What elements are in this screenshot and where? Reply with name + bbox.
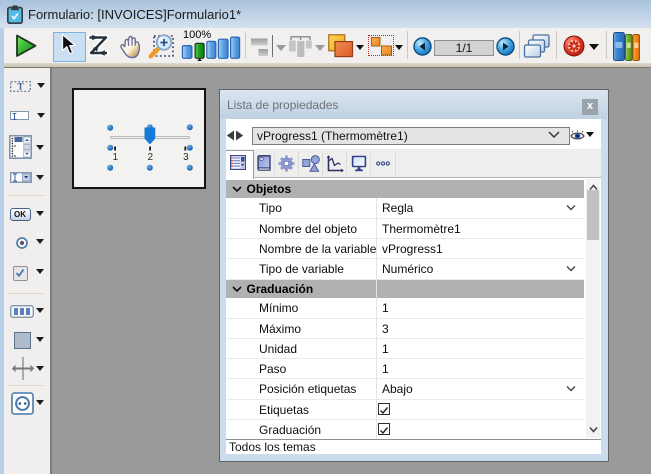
svg-text:T: T [17,81,23,91]
